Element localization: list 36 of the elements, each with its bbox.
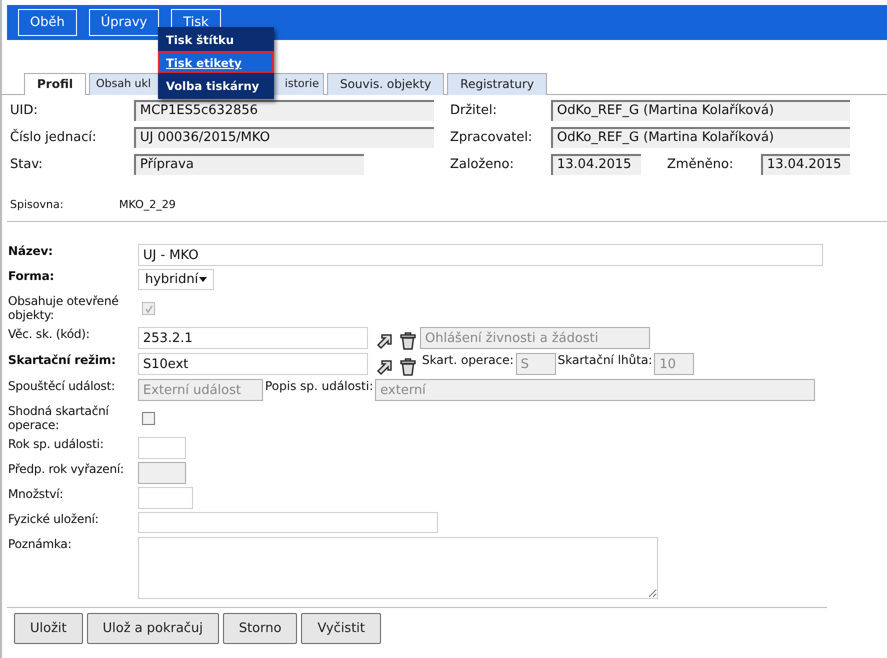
field-label: Založeno: [449, 157, 515, 172]
field-label: Změněno: [666, 157, 734, 172]
field-label: Věc. sk. (kód): [8, 327, 91, 341]
field-label: Zpracovatel: [449, 130, 534, 145]
field-label: Název: [8, 244, 54, 258]
readonly-field: OdKo_REF_G (Martina Kolaříková) [551, 100, 850, 121]
field-label: Spisovna: [10, 198, 64, 211]
field-label: Popis sp. události: [265, 379, 374, 393]
readonly-field: externí [375, 379, 816, 401]
readonly-field: S [516, 353, 556, 375]
field-label: Skartační lhůta: [558, 353, 652, 367]
readonly-field: Příprava [134, 154, 364, 175]
readonly-field: 13.04.2015 [551, 154, 641, 175]
readonly-field: OdKo_REF_G (Martina Kolaříková) [551, 127, 850, 148]
field-label: Předp. rok vyřazení: [8, 462, 125, 476]
readonly-field: UJ 00036/2015/MKO [134, 127, 434, 148]
readonly-field: 13.04.2015 [761, 154, 850, 175]
field-label: Skartační režim: [8, 353, 117, 367]
field-label: Obsahuje otevřené objekty: [8, 294, 120, 322]
field-label: UID: [10, 103, 39, 118]
readonly-field: Externí událost [138, 379, 263, 401]
field-value: MKO_2_29 [119, 198, 176, 211]
field-label: Forma: [8, 269, 56, 283]
field-label: Množství: [8, 487, 64, 501]
readonly-field: 10 [654, 353, 694, 375]
field-label: Držitel: [449, 103, 498, 118]
readonly-field: MCP1ES5c632856 [134, 100, 434, 121]
field-label: Číslo jednací: [10, 130, 98, 145]
field-label: Stav: [10, 157, 44, 172]
readonly-field: Ohlášení živnosti a žádosti [420, 327, 650, 349]
field-label: Skart. operace: [422, 353, 514, 367]
field-label: Fyzické uložení: [8, 512, 100, 526]
field-label: Shodná skartační operace: [8, 404, 110, 432]
field-label: Rok sp. události: [8, 437, 105, 451]
field-label: Poznámka: [8, 537, 72, 551]
field-label: Spouštěcí událost: [8, 379, 116, 393]
